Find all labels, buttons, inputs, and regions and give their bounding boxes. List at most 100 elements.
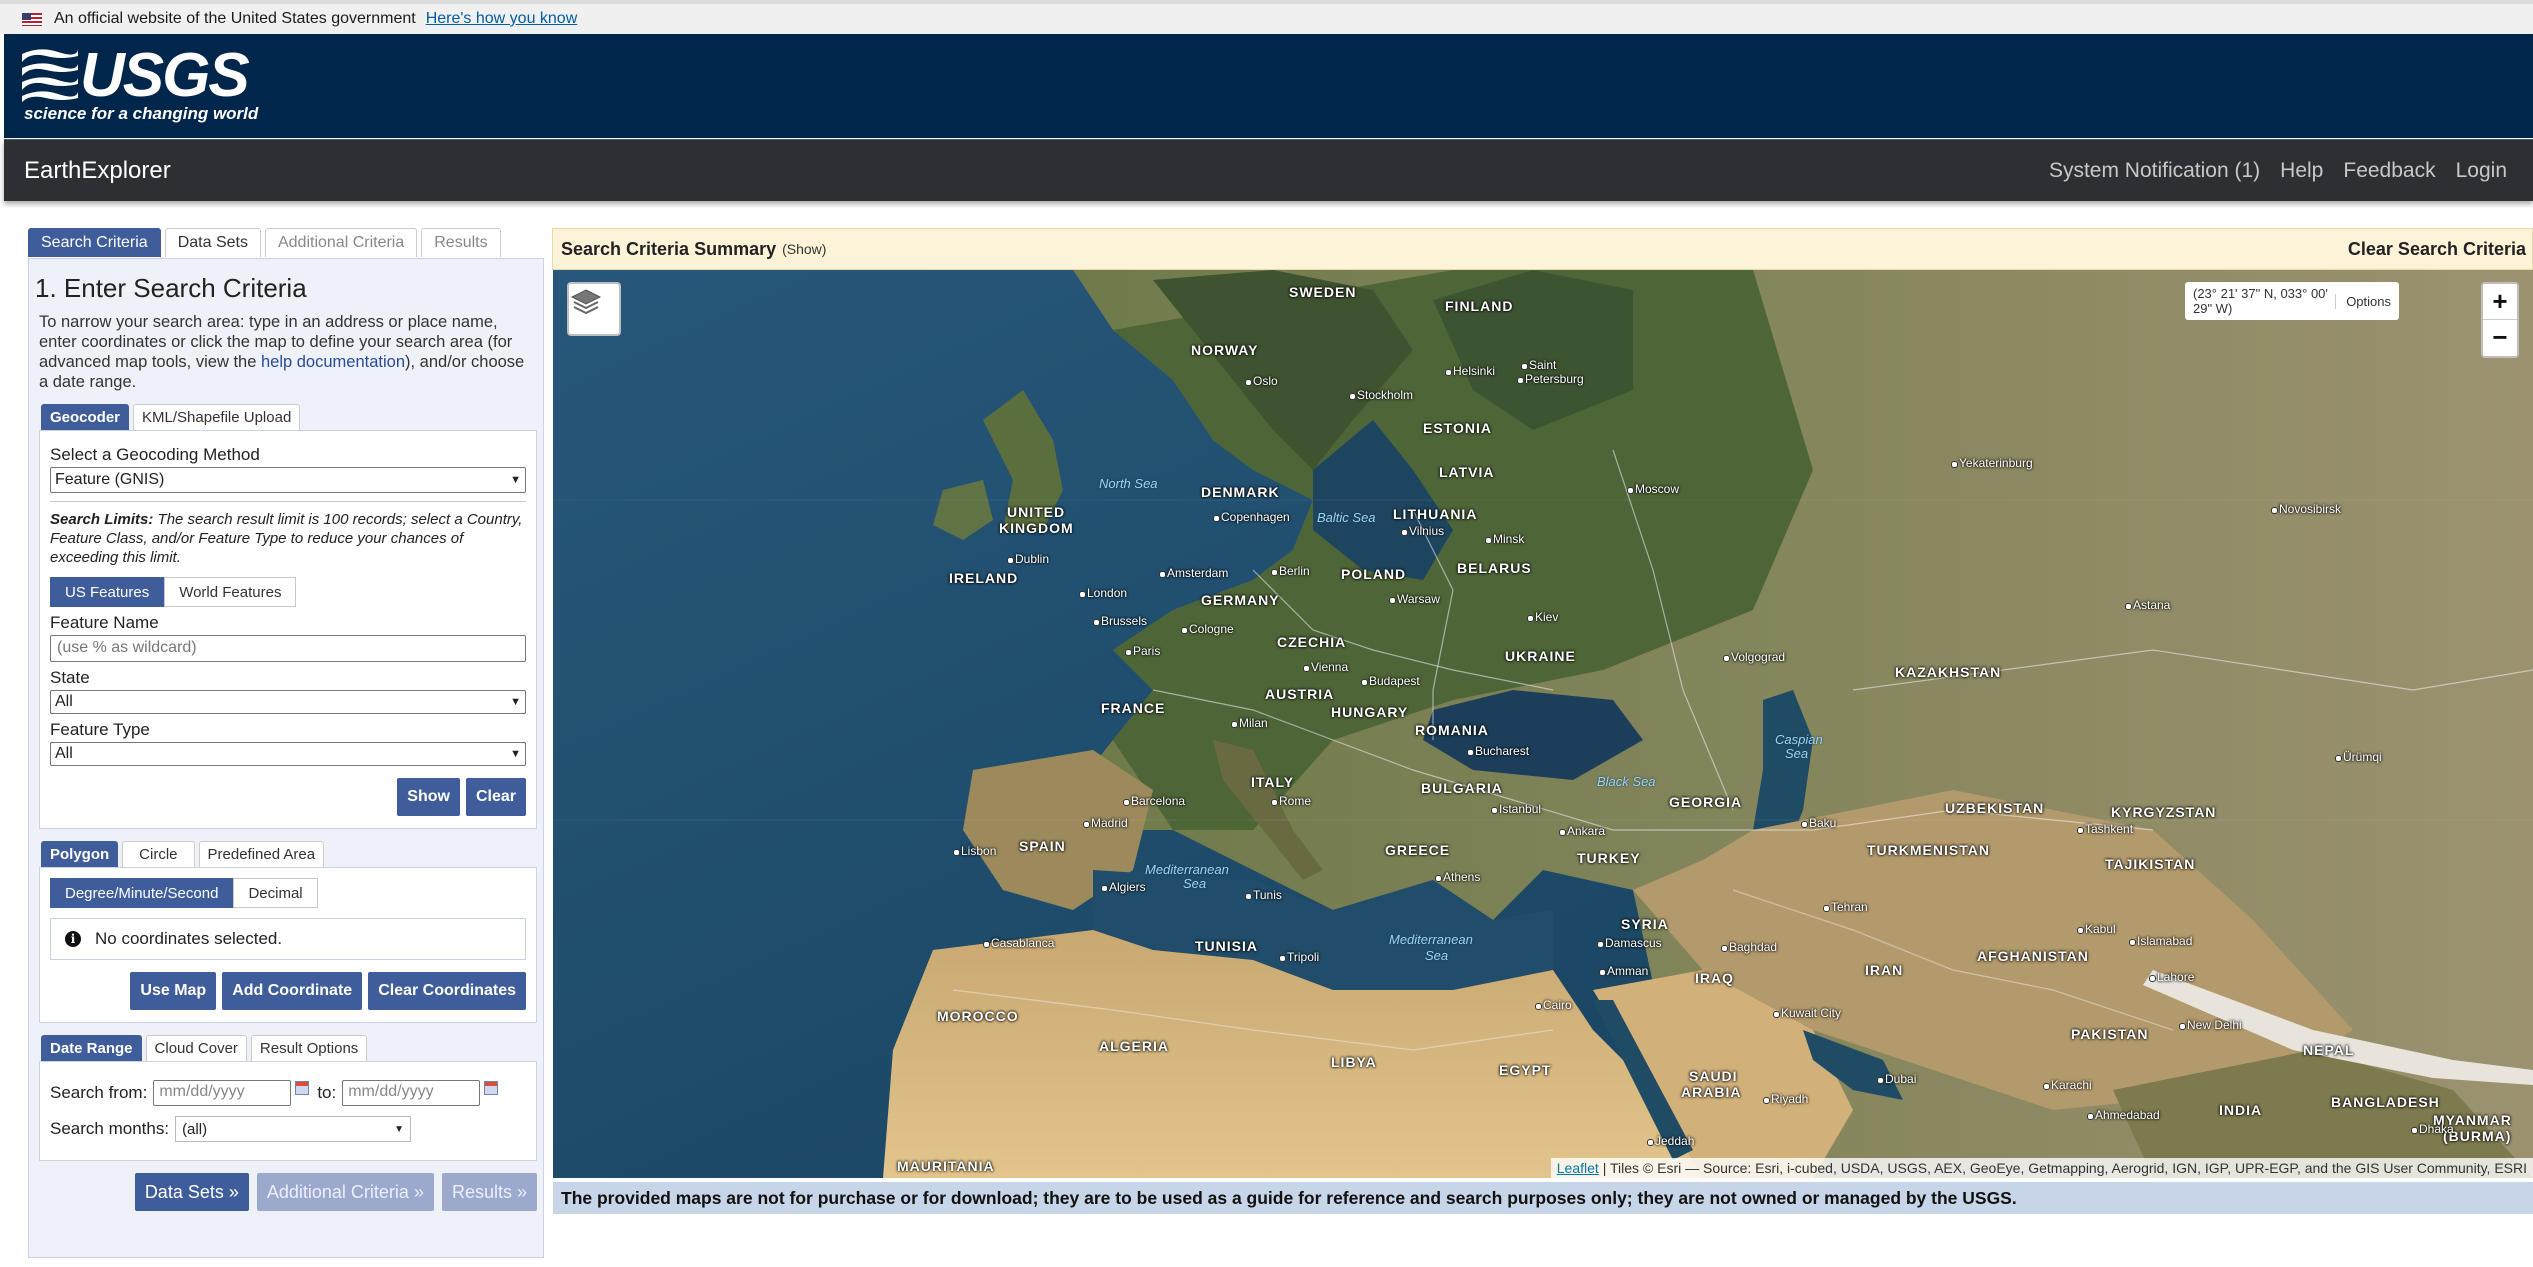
map-label-latvia: LATVIA: [1439, 464, 1495, 480]
map-city: Riyadh: [1762, 1092, 1809, 1106]
tab-date-range[interactable]: Date Range: [41, 1035, 142, 1061]
coordinate-readout: (23° 21' 37" N, 033° 00' 29" W) Options: [2185, 282, 2399, 320]
map-view[interactable]: SWEDEN FINLAND NORWAY ESTONIA LATVIA DEN…: [553, 270, 2533, 1178]
map-label-estonia: ESTONIA: [1423, 420, 1492, 436]
map-label-kingdom: KINGDOM: [999, 520, 1074, 536]
map-attribution: Leaflet | Tiles © Esri — Source: Esri, i…: [1550, 1158, 2533, 1178]
map-label-nepal: NEPAL: [2303, 1042, 2355, 1058]
tab-additional-criteria[interactable]: Additional Criteria: [264, 228, 418, 257]
map-label-mauritania: MAURITANIA: [897, 1158, 995, 1174]
map-city: Tehran: [1823, 900, 1868, 914]
decimal-button[interactable]: Decimal: [233, 878, 318, 908]
summary-show-link[interactable]: (Show): [782, 241, 826, 257]
tab-circle[interactable]: Circle: [122, 841, 195, 867]
dms-button[interactable]: Degree/Minute/Second: [50, 878, 234, 908]
map-sea-label: Sea: [1785, 746, 1809, 761]
feedback-link[interactable]: Feedback: [2343, 159, 2435, 183]
additional-criteria-next-button[interactable]: Additional Criteria »: [256, 1173, 434, 1211]
map-label-kyrgyzstan: KYRGYZSTAN: [2111, 804, 2217, 820]
zoom-out-button[interactable]: −: [2483, 320, 2517, 356]
show-button[interactable]: Show: [397, 778, 460, 816]
search-limits-text: Search Limits: The search result limit i…: [50, 511, 523, 566]
usgs-logo[interactable]: USGS science for a changing world: [22, 41, 258, 126]
map-city: Brussels: [1092, 614, 1148, 628]
map-label-sweden: SWEDEN: [1289, 284, 1357, 300]
chevron-down-icon: ▼: [510, 748, 521, 760]
feature-type-select[interactable]: All ▼: [50, 742, 526, 766]
tab-result-options[interactable]: Result Options: [250, 1035, 368, 1061]
us-features-button[interactable]: US Features: [50, 577, 165, 607]
clear-coordinates-button[interactable]: Clear Coordinates: [368, 972, 526, 1010]
calendar-icon[interactable]: [295, 1081, 310, 1095]
map-label-tunisia: TUNISIA: [1195, 938, 1258, 954]
feature-name-input[interactable]: (use % as wildcard): [50, 635, 526, 662]
map-sea-label: Mediterranean: [1389, 932, 1473, 947]
map-label-united: UNITED: [1007, 504, 1066, 520]
state-select[interactable]: All ▼: [50, 690, 526, 714]
map-city: Petersburg: [1517, 372, 1584, 386]
results-next-button[interactable]: Results »: [441, 1173, 537, 1211]
date-to-input[interactable]: mm/dd/yyyy: [342, 1080, 481, 1106]
map-label-saudi: SAUDI: [1689, 1068, 1738, 1084]
login-link[interactable]: Login: [2456, 159, 2507, 183]
map-city: Damascus: [1597, 936, 1662, 950]
map-label-hungary: HUNGARY: [1331, 704, 1409, 720]
state-label: State: [50, 668, 90, 687]
us-flag-icon: [22, 12, 42, 26]
tab-geocoder[interactable]: Geocoder: [41, 404, 130, 430]
map-city: Berlin: [1271, 564, 1310, 578]
how-you-know-link[interactable]: Here's how you know: [426, 10, 578, 28]
map-city: Madrid: [1083, 816, 1128, 830]
map-sea-label: Black Sea: [1597, 774, 1656, 789]
map-city: Ahmedabad: [2087, 1108, 2160, 1122]
map-label-lithuania: LITHUANIA: [1393, 506, 1478, 522]
tab-results[interactable]: Results: [421, 228, 501, 257]
usgs-header: USGS science for a changing world: [4, 34, 2533, 138]
geocoding-method-select[interactable]: Feature (GNIS) ▼: [50, 467, 526, 493]
clear-search-criteria-link[interactable]: Clear Search Criteria: [2348, 239, 2526, 260]
map-city: Jeddah: [1646, 1134, 1695, 1148]
map-sea-label: Sea: [1183, 876, 1207, 891]
tab-search-criteria[interactable]: Search Criteria: [28, 228, 161, 257]
tab-kml-upload[interactable]: KML/Shapefile Upload: [133, 404, 301, 430]
world-features-button[interactable]: World Features: [164, 577, 297, 607]
search-criteria-summary-bar: Search Criteria Summary (Show) Clear Sea…: [552, 228, 2533, 270]
leaflet-link[interactable]: Leaflet: [1557, 1160, 1599, 1176]
zoom-in-button[interactable]: +: [2483, 284, 2517, 320]
calendar-icon[interactable]: [484, 1081, 499, 1095]
add-coordinate-button[interactable]: Add Coordinate: [222, 972, 363, 1010]
map-label-georgia: GEORGIA: [1669, 794, 1743, 810]
clear-button[interactable]: Clear: [465, 778, 526, 816]
date-from-input[interactable]: mm/dd/yyyy: [153, 1080, 292, 1106]
map-city: Helsinki: [1444, 364, 1496, 378]
system-notification-link[interactable]: System Notification (1): [2049, 159, 2260, 183]
map-label-india: INDIA: [2219, 1102, 2263, 1118]
no-coordinates-notice: i No coordinates selected.: [50, 918, 526, 960]
map-options-button[interactable]: Options: [2335, 293, 2391, 309]
tab-predefined-area[interactable]: Predefined Area: [198, 841, 325, 867]
map-label-arabia: ARABIA: [1681, 1084, 1742, 1100]
map-city: Minsk: [1484, 532, 1525, 546]
layers-button[interactable]: [567, 282, 621, 336]
use-map-button[interactable]: Use Map: [130, 972, 217, 1010]
feature-type-label: Feature Type: [50, 720, 150, 739]
map-city: Yekaterinburg: [1951, 456, 2033, 470]
help-link[interactable]: Help: [2280, 159, 2323, 183]
map-label-romania: ROMANIA: [1415, 722, 1489, 738]
map-city: Kiev: [1526, 610, 1559, 624]
tab-cloud-cover[interactable]: Cloud Cover: [145, 1035, 247, 1061]
map-city: Dhaka: [2411, 1122, 2454, 1136]
map-city: Paris: [1124, 644, 1161, 658]
summary-title: Search Criteria Summary: [561, 238, 777, 259]
help-documentation-link[interactable]: help documentation: [261, 353, 405, 371]
map-city: Stockholm: [1348, 388, 1414, 402]
tab-polygon[interactable]: Polygon: [41, 841, 119, 867]
search-months-select[interactable]: (all) ▼: [175, 1116, 412, 1142]
map-label-iran: IRAN: [1865, 962, 1904, 978]
map-sea-label: Caspian: [1775, 732, 1823, 747]
tab-data-sets[interactable]: Data Sets: [164, 228, 261, 257]
map-label-belarus: BELARUS: [1457, 560, 1532, 576]
app-title[interactable]: EarthExplorer: [24, 157, 171, 185]
data-sets-next-button[interactable]: Data Sets »: [134, 1173, 249, 1211]
map-city: Casablanca: [982, 936, 1055, 950]
